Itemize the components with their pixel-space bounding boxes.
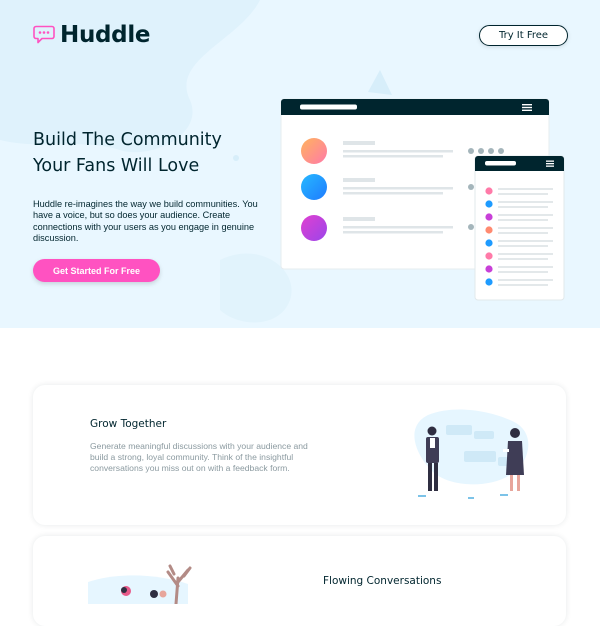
people-discussion-illustration <box>414 409 529 499</box>
tree-people-illustration <box>88 564 192 604</box>
chat-bubble-icon <box>33 25 55 44</box>
feature-card-flowing-conversations: Flowing Conversations <box>33 536 566 626</box>
logo[interactable]: Huddle <box>33 22 151 48</box>
feature-card-grow-together: Grow Together Generate meaningful discus… <box>33 385 566 525</box>
app-mockup-illustration <box>280 98 565 301</box>
hero-title: Build The Community Your Fans Will Love <box>33 127 263 179</box>
try-it-free-button[interactable]: Try It Free <box>479 25 568 46</box>
feature-title: Flowing Conversations <box>323 575 442 587</box>
hero-title-line2: Your Fans Will Love <box>33 156 200 176</box>
feature-description: Generate meaningful discussions with you… <box>90 441 308 474</box>
hero-section: Huddle Try It Free Build The Community Y… <box>0 0 600 328</box>
get-started-button[interactable]: Get Started For Free <box>33 259 160 282</box>
hero-title-line1: Build The Community <box>33 130 222 150</box>
feature-title: Grow Together <box>90 418 167 430</box>
logo-text: Huddle <box>60 22 151 48</box>
hero-description: Huddle re-imagines the way we build comm… <box>33 199 258 244</box>
